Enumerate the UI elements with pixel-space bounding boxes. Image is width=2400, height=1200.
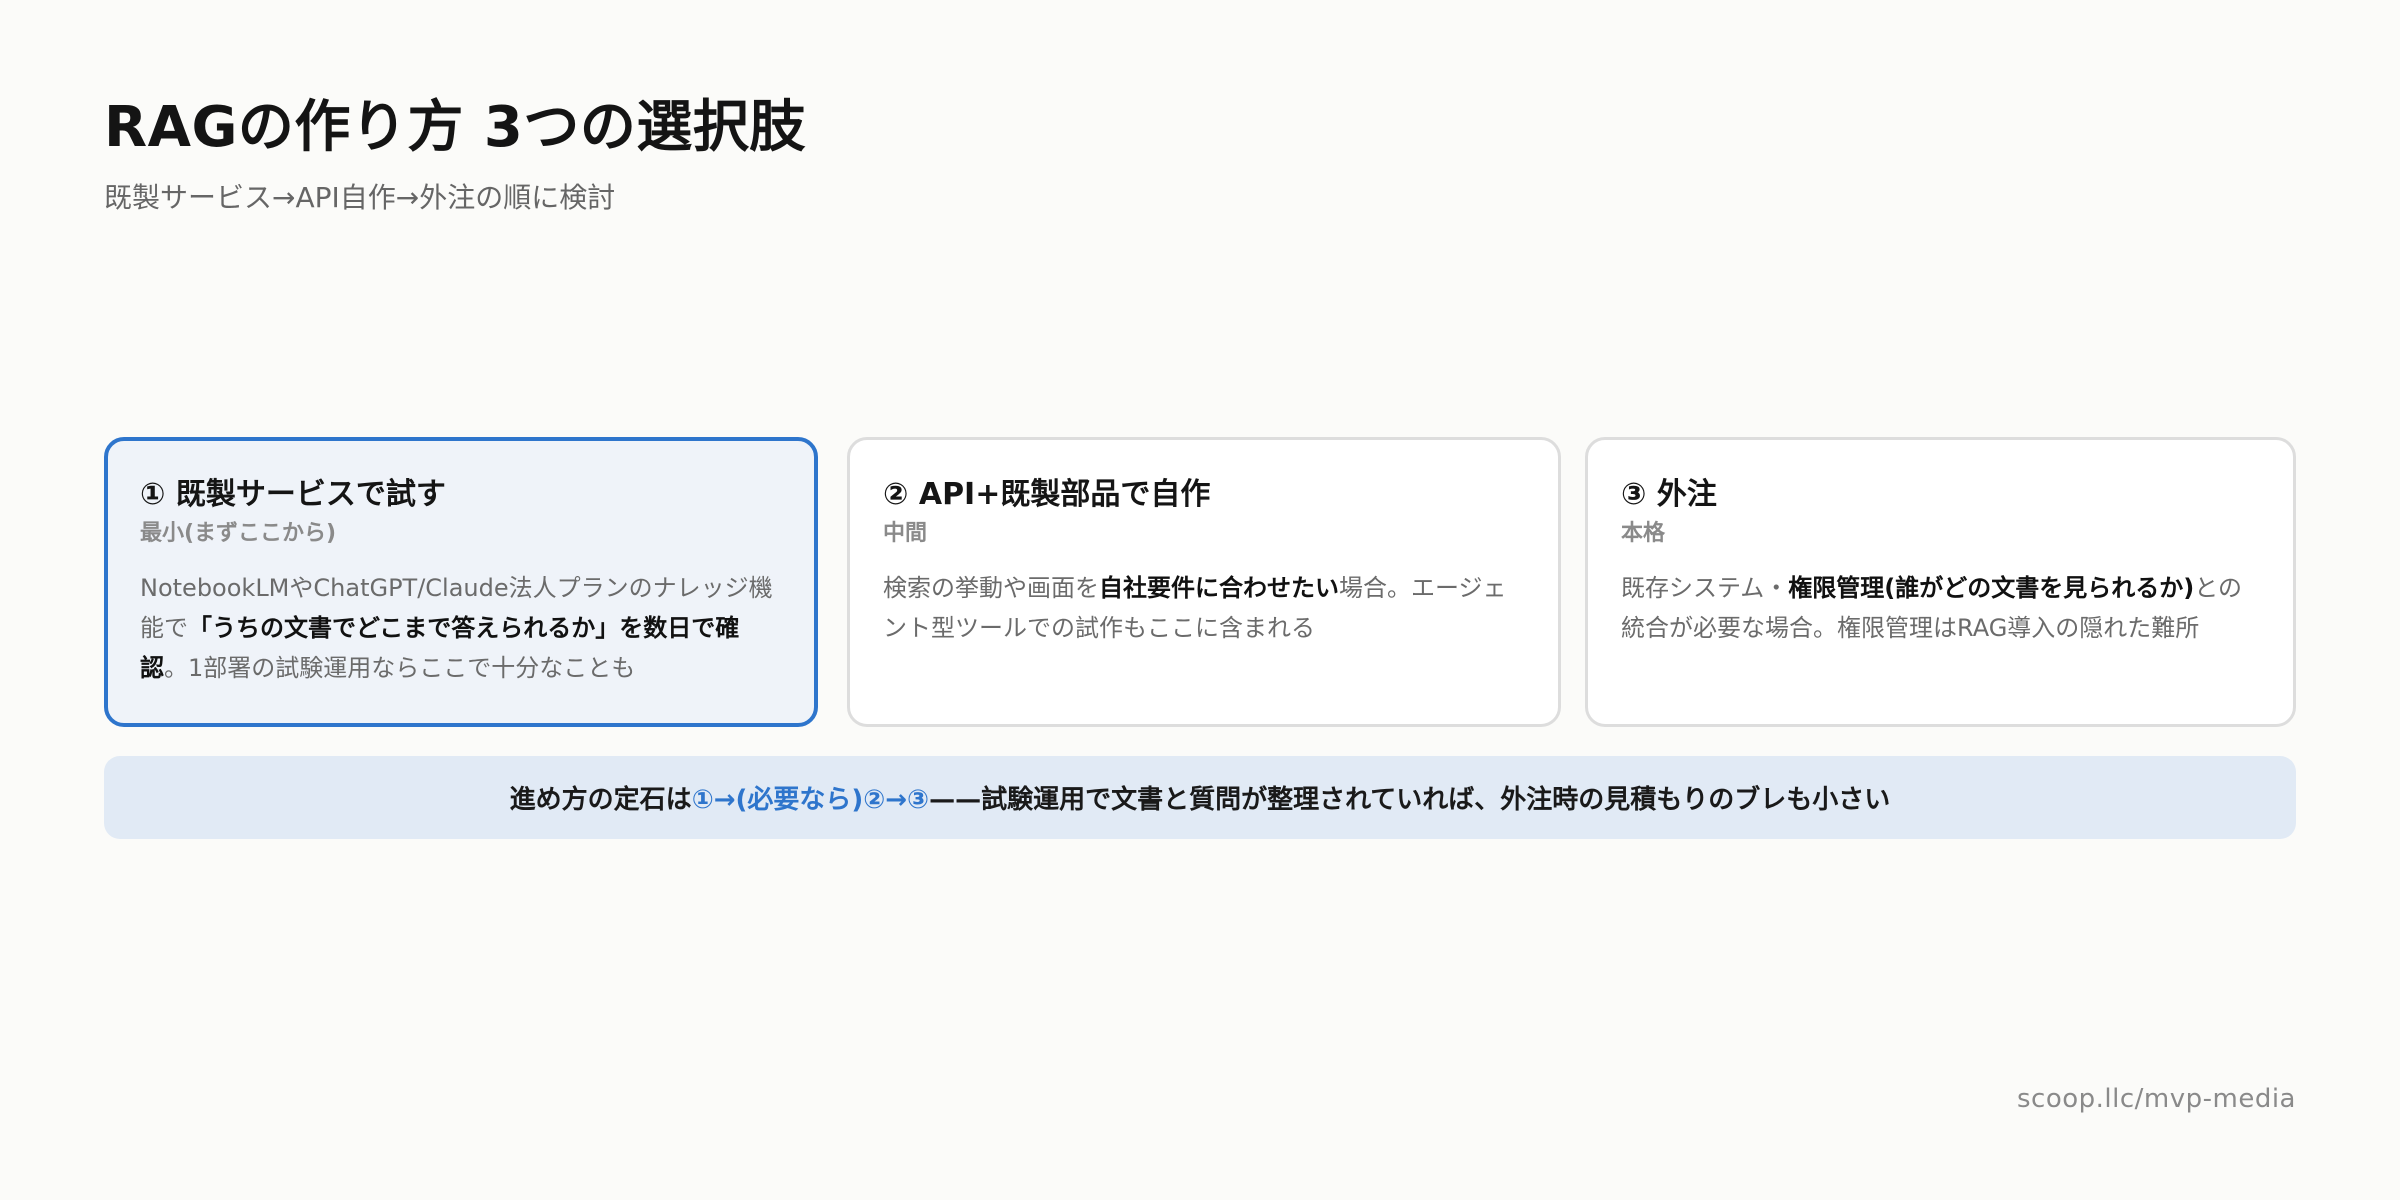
card-body-text: 既存システム・ [1621,574,1789,602]
option-card-existing-service: ① 既製サービスで試す 最小(まずここから) NotebookLMやChatGP… [104,437,818,727]
card-body-emphasis: 自社要件に合わせたい [1099,574,1339,602]
banner-suffix: ——試験運用で文書と質問が整理されていれば、外注時の見積もりのブレも小さい [929,785,1891,815]
card-title: ① 既製サービスで試す [140,477,446,512]
option-card-outsource: ③ 外注 本格 既存システム・権限管理(誰がどの文書を見られるか)との統合が必要… [1585,437,2296,727]
card-body: 検索の挙動や画面を自社要件に合わせたい場合。エージェント型ツールでの試作もここに… [883,568,1525,648]
card-body-emphasis: 権限管理(誰がどの文書を見られるか) [1788,574,2195,602]
card-title: ③ 外注 [1621,477,1717,512]
footer-url: scoop.llc/mvp-media [2016,1084,2296,1114]
option-card-api-build: ② API+既製部品で自作 中間 検索の挙動や画面を自社要件に合わせたい場合。エ… [847,437,1561,727]
card-level: 本格 [1621,521,1666,546]
card-level: 最小(まずここから) [140,521,337,546]
card-body: 既存システム・権限管理(誰がどの文書を見られるか)との統合が必要な場合。権限管理… [1621,568,2260,648]
card-body: NotebookLMやChatGPT/Claude法人プランのナレッジ機能で「う… [140,568,782,688]
banner-highlight: ①→(必要なら)②→③ [691,785,930,815]
recommendation-banner: 進め方の定石は ①→(必要なら)②→③ ——試験運用で文書と質問が整理されていれば、… [104,756,2296,839]
card-body-text: 。1部署の試験運用ならここで十分なことも [164,654,636,682]
page-title: RAGの作り方 3つの選択肢 [104,95,806,160]
page-subtitle: 既製サービス→API自作→外注の順に検討 [104,181,616,214]
card-body-text: 検索の挙動や画面を [883,574,1099,602]
options-cards: ① 既製サービスで試す 最小(まずここから) NotebookLMやChatGP… [104,437,2296,727]
banner-prefix: 進め方の定石は [509,785,692,815]
card-level: 中間 [883,521,928,546]
card-title: ② API+既製部品で自作 [883,477,1211,512]
